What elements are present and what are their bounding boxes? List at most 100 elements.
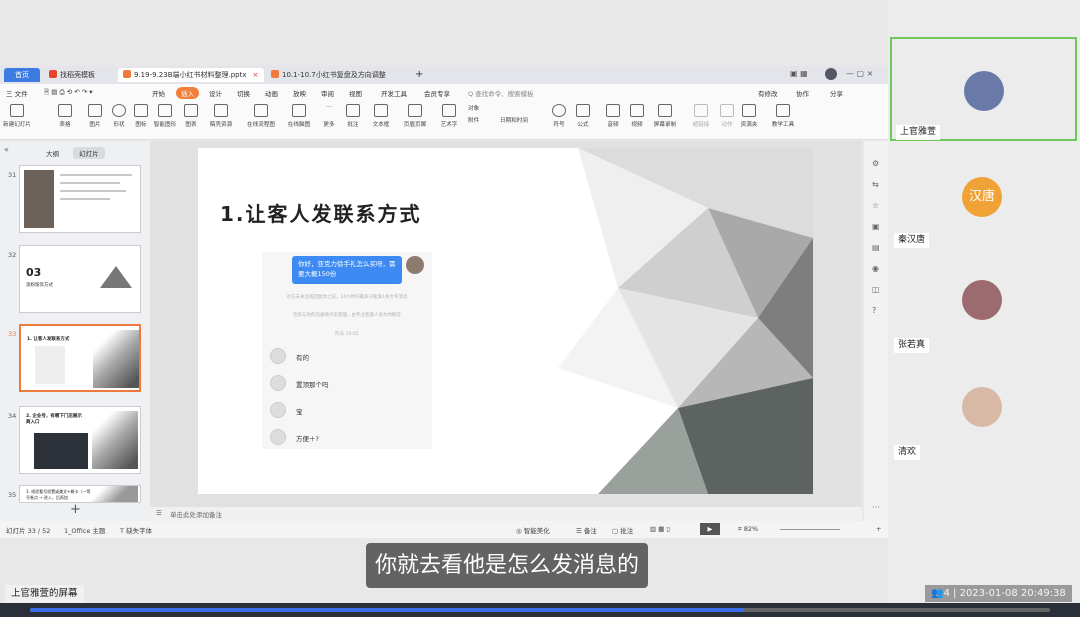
missing-font[interactable]: T 缺失字体 (120, 525, 152, 535)
window-controls-icon[interactable]: — ▢ × (846, 69, 873, 78)
ribbon-video[interactable]: 视频 (622, 104, 652, 128)
progress-track[interactable] (30, 608, 1050, 612)
slide-thumb-32[interactable]: 03 涨粉留资方式 (19, 245, 141, 313)
playback-bar (0, 603, 1080, 617)
current-slide[interactable]: 1.让客人发联系方式 你好，亚克力徐手礼怎么买呀，需要大概150份 对方未关注或… (198, 148, 813, 494)
user-avatar[interactable] (825, 68, 837, 80)
table-icon (58, 104, 72, 117)
receiver-avatar (270, 402, 286, 418)
tab-home[interactable]: 首页 (4, 68, 40, 82)
remark-icon: ☰ (576, 527, 584, 535)
slide-thumb-33[interactable]: 1. 让客人发联系方式 (19, 324, 141, 392)
menu-dev-tools[interactable]: 开发工具 (381, 88, 407, 98)
ribbon-teaching-tools[interactable]: 教学工具 (768, 104, 798, 128)
collapse-panel-icon[interactable]: « (4, 145, 9, 154)
window-layout-icon[interactable]: ▣ ▦ (790, 69, 808, 78)
tab-file-2[interactable]: 10.1-10.7小红书复盘及方向调整 (266, 68, 406, 82)
ribbon-chart[interactable]: 图表 (176, 104, 206, 128)
slide-thumb-31[interactable] (19, 165, 141, 233)
menu-view[interactable]: 视图 (349, 88, 362, 98)
copy-icon[interactable]: ▣ (872, 222, 880, 231)
menu-transition[interactable]: 切换 (237, 88, 250, 98)
ribbon-table[interactable]: 表格 (50, 104, 80, 128)
shared-screen: 首页 找稻壳模板 9.19-9.23B端小红书材料整理.pptx × 10.1-1… (0, 0, 888, 617)
quick-toolbar-icon[interactable]: 🗎 ▤ ⎙ ⟲ ↶ ↷ ▾ (44, 88, 93, 99)
more-tools-icon[interactable]: ··· (872, 503, 880, 512)
menu-share[interactable]: 分享 (830, 88, 843, 98)
textbox-icon (374, 104, 388, 117)
slide-thumb-35[interactable]: 3. 线验看号投置或美文+概卡（一等号卷点 → 进入，后再加 (19, 485, 141, 503)
menu-slideshow[interactable]: 放映 (293, 88, 306, 98)
adjust-icon[interactable]: ⇆ (872, 180, 879, 189)
shape-icon (112, 104, 126, 117)
zoom-in-icon[interactable]: + (876, 525, 881, 533)
command-search[interactable]: Q 查找命令、搜索模板 (468, 88, 534, 98)
ribbon-formula[interactable]: 公式 (568, 104, 598, 128)
view-mode-icon[interactable]: ▥ ▦ ▯ (650, 525, 670, 533)
ribbon-resource-folder[interactable]: 资源夹 (734, 104, 764, 128)
tab-slides[interactable]: 幻灯片 (73, 147, 105, 159)
ribbon-wordart[interactable]: 艺术字 (434, 104, 464, 128)
help-icon[interactable]: ? (872, 306, 876, 315)
book-icon[interactable]: ◫ (872, 285, 880, 294)
participant-name: 张若真 (894, 338, 930, 353)
thumb-art (93, 330, 139, 388)
smart-beautify[interactable]: ◎ 智能美化 (516, 525, 550, 535)
zoom-level[interactable]: ⌗ 82% (738, 525, 758, 534)
menu-review[interactable]: 审阅 (321, 88, 334, 98)
menu-animation[interactable]: 动画 (265, 88, 278, 98)
ribbon-comment[interactable]: 批注 (338, 104, 368, 128)
ribbon-header-footer[interactable]: 页眉页脚 (400, 104, 430, 128)
meeting-info: 👥4 | 2023-01-08 20:49:38 (925, 585, 1072, 602)
remark-toggle[interactable]: ☰ 备注 (576, 525, 597, 535)
style-icon[interactable]: ⚙ (872, 159, 879, 168)
menu-member[interactable]: 会员专享 (424, 88, 450, 98)
add-slide-button[interactable]: + (70, 502, 81, 517)
theme-name[interactable]: 1_Office 主题 (64, 525, 105, 535)
symbol-icon (552, 104, 566, 117)
ribbon-docer-resource[interactable]: 稿壳资源 (206, 104, 236, 128)
zoom-slider[interactable] (780, 529, 840, 530)
participant-name: 清欢 (894, 445, 921, 460)
tab-file-active[interactable]: 9.19-9.23B端小红书材料整理.pptx × (118, 68, 264, 82)
participant-list: 上官雅萱 汉唐 秦汉唐 张若真 清欢 (888, 0, 1080, 617)
participant-card[interactable]: 汉唐 秦汉唐 (890, 145, 1077, 249)
picture-tool-icon[interactable]: ▤ (872, 243, 880, 252)
notes-pane[interactable]: ☰ 单击此处添加备注 (150, 507, 862, 521)
comment-status-icon: ▢ (612, 527, 621, 535)
menu-start[interactable]: 开始 (152, 88, 165, 98)
new-tab-button[interactable]: + (410, 68, 428, 82)
close-tab-icon[interactable]: × (253, 71, 259, 79)
slide-thumb-34[interactable]: 2. 企业号，有哪下门店展示商入口 (19, 406, 141, 474)
panel-tabs: 大纲 幻灯片 (40, 147, 111, 159)
ribbon-textbox[interactable]: 文本框 (366, 104, 396, 128)
ribbon-mindmap[interactable]: 在线脑图 (284, 104, 314, 128)
header-footer-icon (408, 104, 422, 117)
ribbon-screen-record[interactable]: 屏幕录制 (650, 104, 680, 128)
participant-card[interactable]: 清欢 (890, 359, 1077, 463)
slide-counter: 幻灯片 33 / 52 (6, 527, 51, 535)
play-slideshow-button[interactable]: ▶ (700, 523, 720, 535)
ribbon-flowchart[interactable]: 在线流程图 (246, 104, 276, 128)
participant-card[interactable]: 张若真 (890, 252, 1077, 356)
mindmap-icon (292, 104, 306, 117)
tab-file-active-label: 9.19-9.23B端小红书材料整理.pptx (134, 71, 247, 79)
thumb-heading: 1. 让客人发联系方式 (27, 337, 70, 342)
thumb-line (60, 190, 126, 192)
sender-avatar (406, 256, 424, 274)
slide-title[interactable]: 1.让客人发联系方式 (220, 198, 422, 227)
location-icon[interactable]: ◉ (872, 264, 879, 273)
animation-icon[interactable]: ☆ (872, 201, 879, 210)
menu-file[interactable]: 三 文件 (6, 88, 28, 98)
menu-design[interactable]: 设计 (209, 88, 222, 98)
more-icon: ··· (326, 104, 332, 111)
participant-card[interactable]: 上官雅萱 (890, 37, 1077, 141)
tab-outline[interactable]: 大纲 (40, 147, 65, 159)
tab-docer[interactable]: 找稻壳模板 (44, 68, 100, 82)
comment-icon (346, 104, 360, 117)
ribbon-new-slide[interactable]: 新建幻灯片 (2, 104, 32, 128)
menu-insert[interactable]: 插入 (176, 87, 199, 99)
comment-toggle[interactable]: ▢ 批注 (612, 525, 633, 535)
menu-modified[interactable]: 有修改 (758, 88, 778, 98)
menu-collab[interactable]: 协作 (796, 88, 809, 98)
